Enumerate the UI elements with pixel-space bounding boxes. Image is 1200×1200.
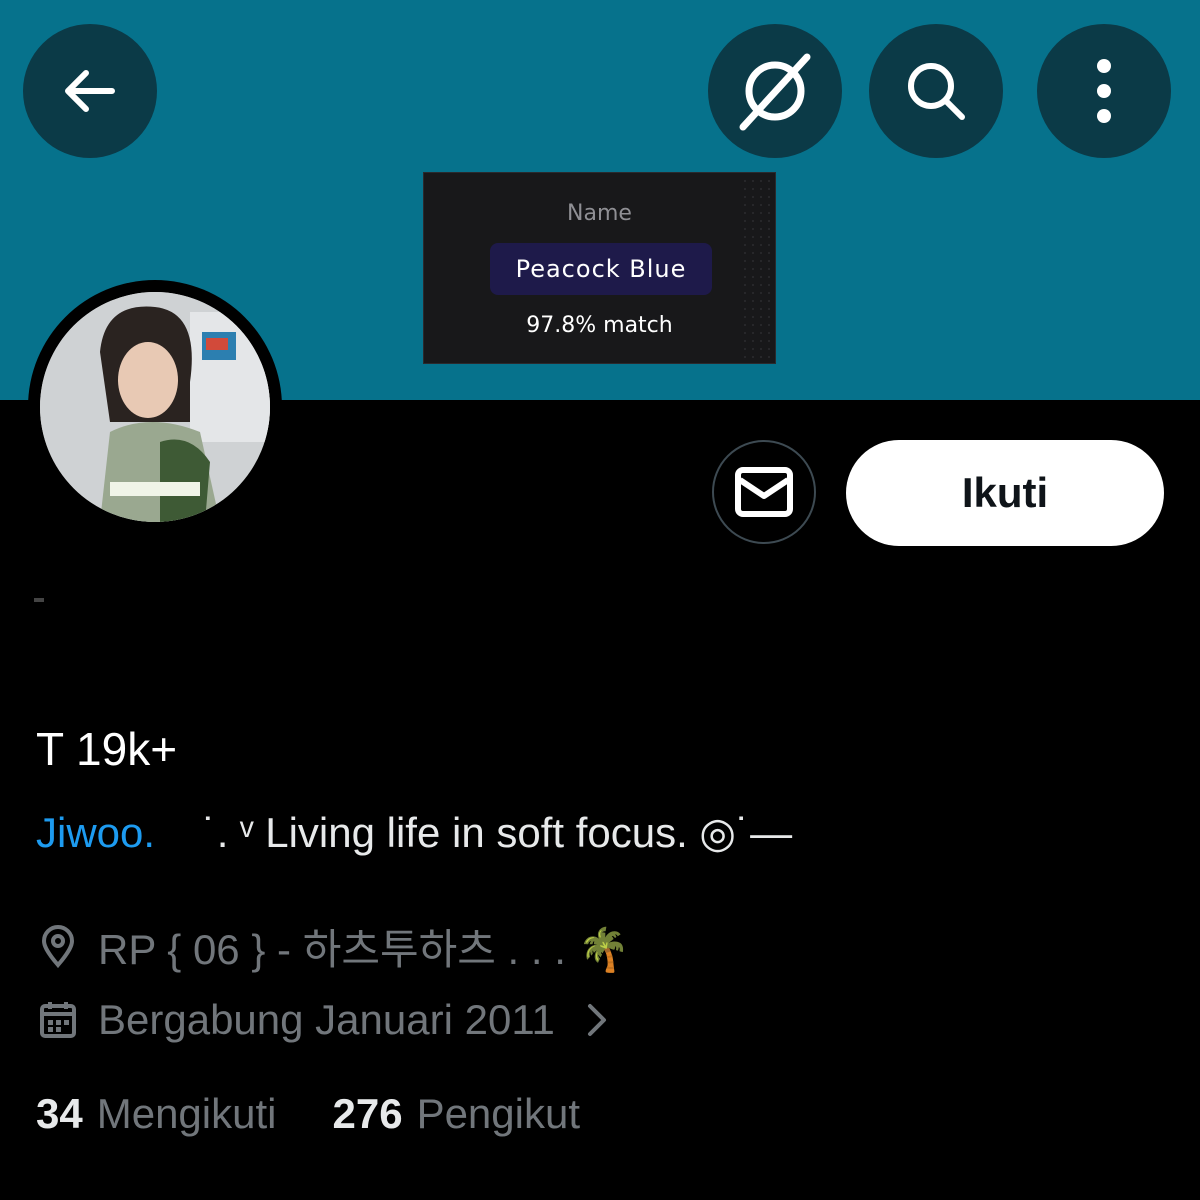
following-stat[interactable]: 34 Mengikuti	[36, 1090, 276, 1138]
grok-button[interactable]	[708, 24, 842, 158]
search-button[interactable]	[869, 24, 1003, 158]
joined-row[interactable]: Bergabung Januari 2011	[36, 996, 609, 1044]
divider-mark	[34, 598, 44, 602]
mail-icon	[735, 467, 793, 517]
avatar[interactable]	[28, 280, 282, 534]
location-text: RP { 06 } - 하츠투하츠 . . . 🌴	[98, 926, 630, 973]
followers-count: 276	[332, 1090, 403, 1137]
location-row: RP { 06 } - 하츠투하츠 . . . 🌴	[36, 916, 630, 977]
color-match-percentage: 97.8% match	[526, 313, 673, 338]
more-vertical-icon	[1097, 59, 1111, 123]
grok-icon	[739, 53, 811, 131]
following-count: 34	[36, 1090, 83, 1137]
followers-stat[interactable]: 276 Pengikut	[332, 1090, 580, 1138]
search-icon	[908, 63, 965, 120]
follow-button[interactable]: Ikuti	[846, 440, 1164, 546]
message-button[interactable]	[712, 440, 816, 544]
display-name: T 19k+	[36, 723, 178, 775]
avatar-illustration	[40, 292, 270, 522]
followers-label: Pengikut	[416, 1090, 581, 1137]
color-overlay-label: Name	[567, 201, 632, 226]
chevron-right-icon	[585, 1002, 609, 1038]
profile-bio: Jiwoo. ˙. ᵛ Living life in soft focus. ◎…	[36, 808, 792, 857]
avatar-photo	[40, 292, 270, 522]
color-name-overlay: Name Peacock Blue 97.8% match	[423, 172, 776, 364]
bio-mention-link[interactable]: Jiwoo.	[36, 809, 155, 856]
color-name-pill: Peacock Blue	[490, 243, 712, 295]
calendar-icon	[36, 998, 80, 1042]
location-pin-icon	[36, 924, 80, 969]
arrow-left-icon	[65, 70, 115, 112]
bio-text: ˙. ᵛ Living life in soft focus. ◎˙—	[202, 809, 793, 856]
follow-stats: 34 Mengikuti 276 Pengikut	[36, 1090, 636, 1138]
back-button[interactable]	[23, 24, 157, 158]
following-label: Mengikuti	[96, 1090, 277, 1137]
joined-date-text: Bergabung Januari 2011	[98, 996, 555, 1043]
more-options-button[interactable]	[1037, 24, 1171, 158]
